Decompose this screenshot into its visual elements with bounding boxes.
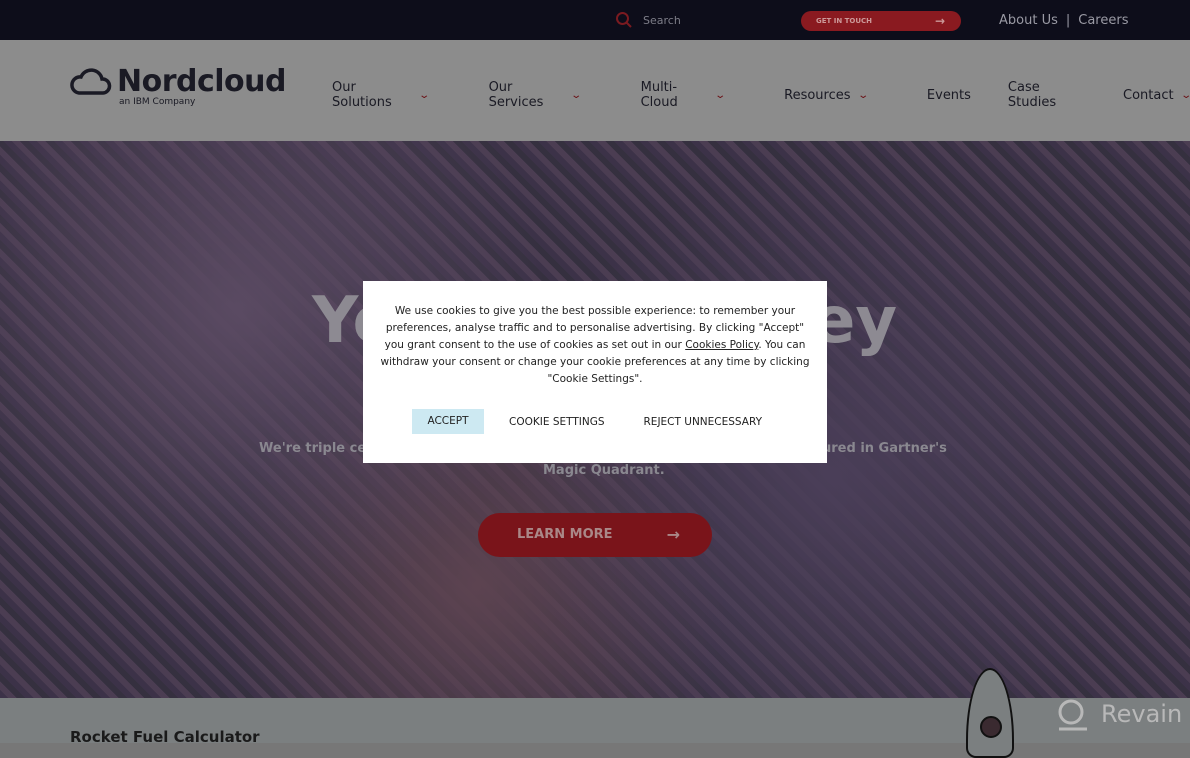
learn-more-button[interactable]: LEARN MORE → (478, 513, 712, 557)
nav-item-label: Resources (784, 87, 851, 103)
nav-item-label: Events (926, 87, 971, 103)
get-in-touch-label: GET IN TOUCH (816, 17, 873, 25)
chevron-down-icon: ⌄ (570, 89, 583, 101)
reject-unnecessary-button[interactable]: REJECT UNNECESSARY (644, 416, 762, 428)
hero-subtitle-end: ured in Gartner's (822, 441, 947, 456)
nav-item-contact[interactable]: Contact ⌄ (1123, 80, 1190, 110)
rocket-window (980, 716, 1002, 738)
search[interactable]: Search (615, 11, 681, 29)
nav-item-multi-cloud[interactable]: Multi-Cloud ⌄ (640, 80, 726, 110)
revain-logo-icon (1058, 699, 1087, 731)
revain-watermark: Revain (1055, 697, 1182, 731)
logo-name: Nordcloud (117, 64, 287, 99)
logo[interactable]: Nordcloud an IBM Company (69, 64, 287, 107)
chevron-down-icon: ⌄ (714, 89, 726, 101)
about-us-link[interactable]: About Us (999, 13, 1058, 28)
section-title: Rocket Fuel Calculator (70, 728, 260, 746)
top-bar: Search GET IN TOUCH → About Us | Careers (0, 0, 1190, 40)
nav-item-label: Contact (1123, 87, 1174, 103)
nav-item-label: Case Studies (1007, 80, 1057, 110)
separator: | (1065, 13, 1071, 28)
nav-item-our-solutions[interactable]: Our Solutions ⌄ (332, 80, 431, 110)
arrow-right-icon: → (934, 14, 945, 28)
nav-item-label: Multi-Cloud (640, 80, 678, 110)
nav-item-case-studies[interactable]: Case Studies (1008, 80, 1086, 110)
nav-item-events[interactable]: Events (927, 80, 971, 110)
cloud-icon (70, 67, 112, 95)
cookies-policy-link[interactable]: Cookies Policy (685, 339, 758, 351)
chevron-down-icon: ⌄ (1180, 90, 1190, 101)
chevron-down-icon: ⌄ (418, 89, 431, 101)
hero-subtitle-line2: Magic Quadrant. (543, 463, 665, 478)
nav-item-label: Our Services (488, 80, 544, 110)
arrow-right-icon: → (666, 525, 680, 544)
nav-menu: Our Solutions ⌄ Our Services ⌄ Multi-Cloud ⌄ R… (332, 80, 1190, 110)
get-in-touch-button[interactable]: GET IN TOUCH → (801, 11, 961, 31)
search-input[interactable]: Search (643, 14, 681, 27)
cookie-consent-dialog: We use cookies to give you the best poss… (363, 281, 827, 463)
watermark-text: Revain (1101, 700, 1183, 728)
chevron-down-icon: ⌄ (856, 89, 869, 101)
cookie-settings-button[interactable]: COOKIE SETTINGS (509, 416, 605, 428)
nav-item-resources[interactable]: Resources ⌄ (784, 80, 869, 110)
nav-item-our-services[interactable]: Our Services ⌄ (488, 80, 583, 110)
nav-item-label: Our Solutions (332, 80, 392, 110)
careers-link[interactable]: Careers (1078, 13, 1128, 28)
accept-button[interactable]: ACCEPT (412, 409, 484, 434)
learn-more-label: LEARN MORE (517, 527, 613, 542)
search-icon (616, 12, 632, 28)
cookie-message: We use cookies to give you the best poss… (379, 303, 811, 388)
